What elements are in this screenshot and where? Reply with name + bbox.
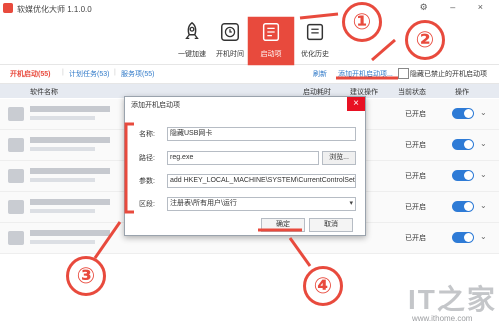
watermark-url: www.ithome.com <box>412 314 473 323</box>
arrow-line <box>371 38 396 62</box>
ithome-logo: IT之家 <box>408 284 497 315</box>
arrow-line <box>288 237 312 267</box>
highlight-box <box>247 16 295 66</box>
annotation-number: ② <box>405 20 445 60</box>
bracket-mark <box>124 122 134 214</box>
arrow-line <box>299 12 339 20</box>
annotation-number: ③ <box>66 256 106 296</box>
arrow-line <box>93 221 122 259</box>
annotation-number: ④ <box>303 266 343 306</box>
annotation-number: ① <box>342 2 382 42</box>
